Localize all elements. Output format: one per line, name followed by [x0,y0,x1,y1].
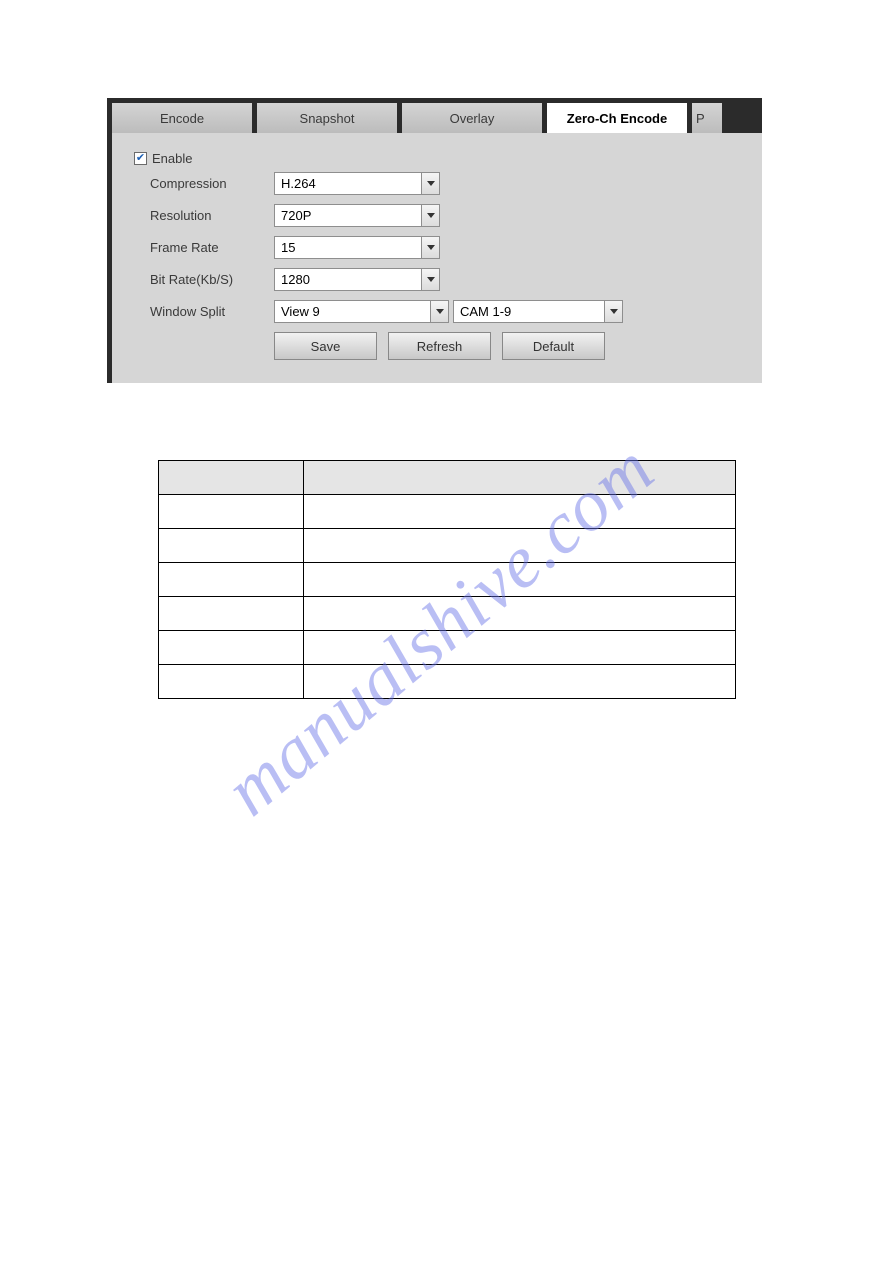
tab-zero-ch-encode[interactable]: Zero-Ch Encode [547,103,687,133]
compression-label: Compression [134,176,274,191]
dropdown-button[interactable] [421,173,439,194]
resolution-select[interactable]: 720P [274,204,440,227]
tab-bar: Encode Snapshot Overlay Zero-Ch Encode P [112,103,762,133]
chevron-down-icon [427,245,435,250]
enable-row: ✔ Enable [134,151,752,166]
resolution-row: Resolution 720P [134,204,752,227]
bit-rate-row: Bit Rate(Kb/S) 1280 [134,268,752,291]
form-area: ✔ Enable Compression H.264 Resolution 72… [112,133,762,370]
chevron-down-icon [610,309,618,314]
window-split-row: Window Split View 9 CAM 1-9 [134,300,752,323]
bit-rate-select[interactable]: 1280 [274,268,440,291]
resolution-value: 720P [281,208,311,223]
table-row [159,495,736,529]
enable-label: Enable [152,151,192,166]
save-button[interactable]: Save [274,332,377,360]
settings-panel: Encode Snapshot Overlay Zero-Ch Encode P… [107,98,762,383]
window-split-value: View 9 [281,304,320,319]
table-row [159,665,736,699]
dropdown-button[interactable] [421,269,439,290]
cam-select[interactable]: CAM 1-9 [453,300,623,323]
tab-overlay[interactable]: Overlay [402,103,542,133]
chevron-down-icon [427,277,435,282]
frame-rate-row: Frame Rate 15 [134,236,752,259]
bit-rate-value: 1280 [281,272,310,287]
chevron-down-icon [427,213,435,218]
cam-value: CAM 1-9 [460,304,511,319]
info-table [158,460,736,699]
table-row [159,529,736,563]
default-button[interactable]: Default [502,332,605,360]
window-split-select[interactable]: View 9 [274,300,449,323]
tab-encode[interactable]: Encode [112,103,252,133]
table-header-row [159,461,736,495]
frame-rate-label: Frame Rate [134,240,274,255]
checkmark-icon: ✔ [136,153,145,164]
enable-checkbox[interactable]: ✔ [134,152,147,165]
tab-snapshot[interactable]: Snapshot [257,103,397,133]
frame-rate-select[interactable]: 15 [274,236,440,259]
table-row [159,631,736,665]
dropdown-button[interactable] [421,205,439,226]
dropdown-button[interactable] [421,237,439,258]
table-row [159,563,736,597]
tab-p[interactable]: P [692,103,722,133]
refresh-button[interactable]: Refresh [388,332,491,360]
resolution-label: Resolution [134,208,274,223]
compression-value: H.264 [281,176,316,191]
button-row: Save Refresh Default [274,332,752,360]
chevron-down-icon [436,309,444,314]
window-split-label: Window Split [134,304,274,319]
compression-row: Compression H.264 [134,172,752,195]
compression-select[interactable]: H.264 [274,172,440,195]
dropdown-button[interactable] [430,301,448,322]
chevron-down-icon [427,181,435,186]
dropdown-button[interactable] [604,301,622,322]
table-row [159,597,736,631]
bit-rate-label: Bit Rate(Kb/S) [134,272,274,287]
frame-rate-value: 15 [281,240,295,255]
